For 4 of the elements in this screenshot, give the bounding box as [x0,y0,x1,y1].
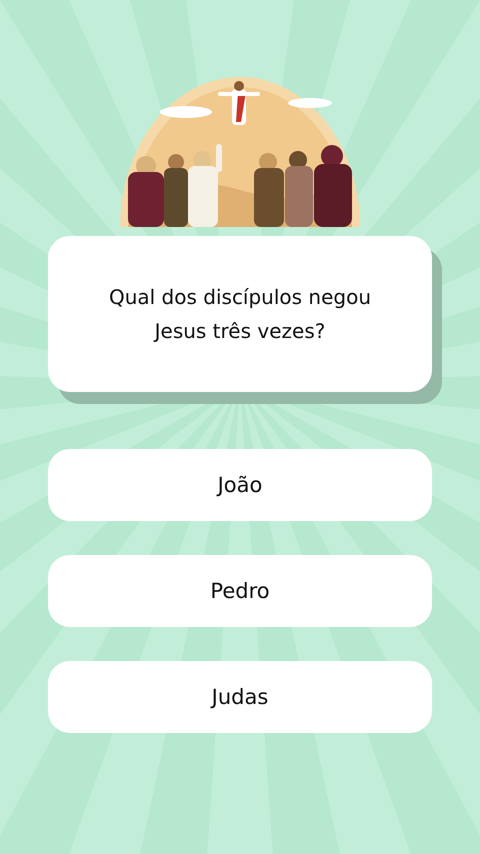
question-text: Qual dos discípulos negou Jesus três vezes? [108,284,372,345]
answer-button[interactable]: João [48,449,432,521]
answer-button[interactable]: Judas [48,661,432,733]
answer-button[interactable]: Pedro [48,555,432,627]
